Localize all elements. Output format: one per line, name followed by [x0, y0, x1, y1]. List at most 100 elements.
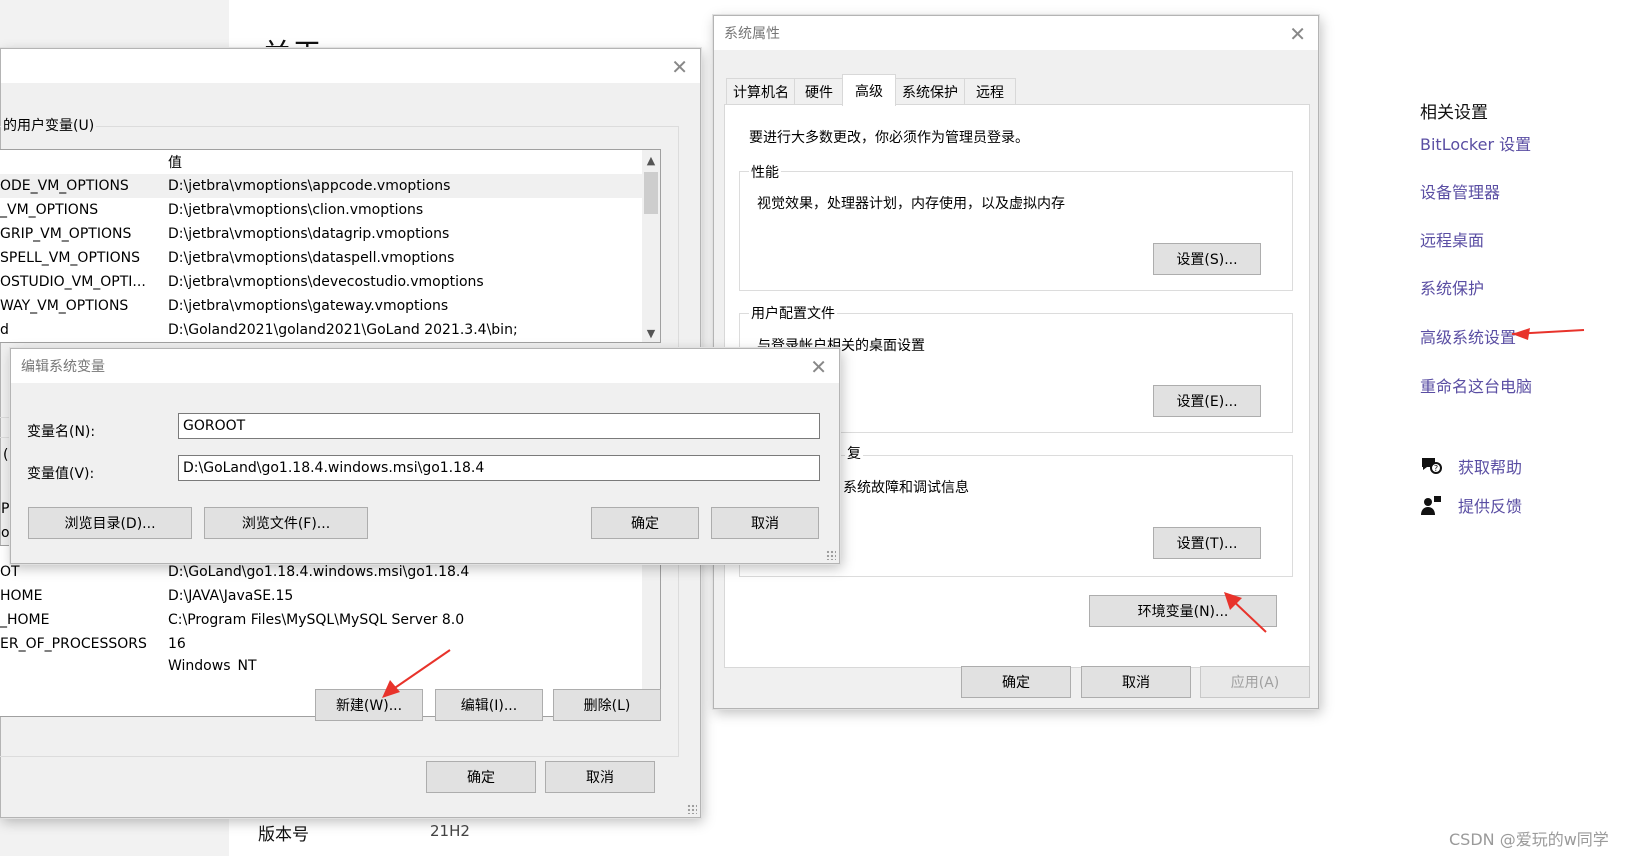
- edit-title: 编辑系统变量: [21, 359, 105, 375]
- get-help-label: 获取帮助: [1458, 458, 1523, 477]
- table-row[interactable]: _VM_OPTIONS D:\jetbra\vmoptions\clion.vm…: [0, 198, 642, 222]
- row-name: ER_OF_PROCESSORS: [0, 636, 147, 652]
- browse-file-button[interactable]: 浏览文件(F)...: [204, 507, 368, 539]
- help-chat-icon: ?: [1420, 455, 1442, 477]
- startup-desc: 系统故障和调试信息: [843, 480, 969, 496]
- annotation-arrow-advanced: [1511, 328, 1585, 340]
- edit-ok-button[interactable]: 确定: [591, 507, 699, 539]
- env-close-icon[interactable]: ✕: [671, 55, 688, 79]
- resize-grip[interactable]: [687, 804, 697, 814]
- table-row[interactable]: GRIP_VM_OPTIONS D:\jetbra\vmoptions\data…: [0, 222, 642, 246]
- edit-close-icon[interactable]: ✕: [810, 355, 827, 379]
- tab-hardware[interactable]: 硬件: [794, 78, 844, 105]
- user-vars-table[interactable]: 值 ODE_VM_OPTIONS D:\jetbra\vmoptions\app…: [0, 149, 661, 343]
- table-row[interactable]: SPELL_VM_OPTIONS D:\jetbra\vmoptions\dat…: [0, 246, 642, 270]
- annotation-arrow-new: [382, 649, 451, 698]
- row-value: D:\JAVA\JavaSE.15: [168, 588, 294, 604]
- scroll-thumb[interactable]: [644, 172, 658, 214]
- row-name: SPELL_VM_OPTIONS: [0, 250, 140, 266]
- row-name: _HOME: [0, 612, 50, 628]
- tab-system-protection[interactable]: 系统保护: [894, 78, 966, 105]
- table-row[interactable]: ODE_VM_OPTIONS D:\jetbra\vmoptions\appco…: [0, 174, 642, 198]
- row-name: OSTUDIO_VM_OPTI...: [0, 274, 146, 290]
- user-vars-scrollbar[interactable]: ▲ ▼: [642, 150, 660, 342]
- row-value: Windows_NT: [168, 658, 257, 670]
- sys-apply-button: 应用(A): [1200, 666, 1310, 698]
- sys-title-bar: 系统属性: [714, 16, 1318, 50]
- var-value-input[interactable]: D:\GoLand\go1.18.4.windows.msi\go1.18.4: [178, 455, 820, 481]
- row-value: D:\jetbra\vmoptions\appcode.vmoptions: [168, 178, 451, 194]
- row-value: D:\jetbra\vmoptions\dataspell.vmoptions: [168, 250, 455, 266]
- profile-settings-button[interactable]: 设置(E)...: [1153, 385, 1261, 417]
- var-value-label: 变量值(V):: [27, 466, 95, 482]
- link-rename-pc[interactable]: 重命名这台电脑: [1420, 373, 1532, 397]
- tab-computer-name[interactable]: 计算机名: [726, 78, 796, 105]
- user-vars-label: 的用户变量(U): [1, 115, 97, 135]
- row-value: D:\GoLand\go1.18.4.windows.msi\go1.18.4: [168, 564, 470, 580]
- performance-desc: 视觉效果，处理器计划，内存使用，以及虚拟内存: [757, 196, 1065, 212]
- table-row[interactable]: d D:\Goland2021\goland2021\GoLand 2021.3…: [0, 318, 642, 342]
- sys-title: 系统属性: [724, 26, 780, 42]
- row-name: GRIP_VM_OPTIONS: [0, 226, 132, 242]
- row-value: C:\Program Files\MySQL\MySQL Server 8.0: [168, 612, 465, 628]
- svg-text:?: ?: [1434, 464, 1438, 473]
- profile-label: 用户配置文件: [749, 303, 837, 323]
- row-value: 16: [168, 636, 186, 652]
- startup-settings-button[interactable]: 设置(T)...: [1153, 527, 1261, 559]
- col-value-header: 值: [168, 155, 182, 171]
- edit-system-variable-dialog: 编辑系统变量 ✕ 变量名(N): GOROOT 变量值(V): D:\GoLan…: [10, 348, 840, 564]
- feedback-person-icon: [1420, 494, 1442, 516]
- edit-resize-grip[interactable]: [826, 550, 836, 560]
- startup-label: 复: [845, 443, 863, 463]
- scroll-up-icon[interactable]: ▲: [642, 154, 660, 167]
- admin-note: 要进行大多数更改，你必须作为管理员登录。: [749, 130, 1029, 146]
- feedback-label: 提供反馈: [1458, 497, 1523, 516]
- table-header: 值: [0, 150, 642, 174]
- row-name: ODE_VM_OPTIONS: [0, 178, 129, 194]
- table-row[interactable]: WAY_VM_OPTIONS D:\jetbra\vmoptions\gatew…: [0, 294, 642, 318]
- table-row[interactable]: HOME D:\JAVA\JavaSE.15: [0, 584, 642, 608]
- performance-settings-button[interactable]: 设置(S)...: [1153, 243, 1261, 275]
- env-title-bar: [1, 49, 700, 83]
- version-label: 版本号: [258, 825, 309, 845]
- link-advanced-system-settings[interactable]: 高级系统设置: [1420, 324, 1516, 348]
- link-remote-desktop[interactable]: 远程桌面: [1420, 227, 1484, 251]
- link-bitlocker[interactable]: BitLocker 设置: [1420, 131, 1531, 155]
- delete-button[interactable]: 删除(L): [553, 689, 661, 721]
- performance-label: 性能: [749, 162, 781, 182]
- var-name-input[interactable]: GOROOT: [178, 413, 820, 439]
- link-system-protection[interactable]: 系统保护: [1420, 275, 1484, 299]
- row-value: D:\jetbra\vmoptions\devecostudio.vmoptio…: [168, 274, 484, 290]
- tab-advanced[interactable]: 高级: [842, 74, 896, 106]
- sys-cancel-button[interactable]: 取消: [1081, 666, 1191, 698]
- row-value: D:\jetbra\vmoptions\datagrip.vmoptions: [168, 226, 450, 242]
- get-help-row[interactable]: ? 获取帮助: [1420, 454, 1522, 478]
- link-device-manager[interactable]: 设备管理器: [1420, 179, 1500, 203]
- sys-ok-button[interactable]: 确定: [961, 666, 1071, 698]
- env-ok-button[interactable]: 确定: [426, 761, 536, 793]
- table-row[interactable]: ER_OF_PROCESSORS 16: [0, 632, 642, 656]
- watermark: CSDN @爱玩的w同学: [1449, 830, 1609, 849]
- row-value: D:\Goland2021\goland2021\GoLand 2021.3.4…: [168, 322, 518, 338]
- row-name: OT: [0, 564, 20, 580]
- feedback-row[interactable]: 提供反馈: [1420, 493, 1522, 517]
- row-value: D:\jetbra\vmoptions\gateway.vmoptions: [168, 298, 449, 314]
- row-name: WAY_VM_OPTIONS: [0, 298, 129, 314]
- browse-directory-button[interactable]: 浏览目录(D)...: [28, 507, 192, 539]
- row-value: D:\jetbra\vmoptions\clion.vmoptions: [168, 202, 424, 218]
- env-cancel-button[interactable]: 取消: [545, 761, 655, 793]
- table-row[interactable]: _HOME C:\Program Files\MySQL\MySQL Serve…: [0, 608, 642, 632]
- sys-name-fragment: P: [1, 501, 10, 517]
- row-name: _VM_OPTIONS: [0, 202, 99, 218]
- table-row[interactable]: Windows_NT: [0, 656, 642, 670]
- scroll-down-icon[interactable]: ▼: [642, 327, 660, 340]
- var-name-label: 变量名(N):: [27, 424, 96, 440]
- tab-remote[interactable]: 远程: [964, 78, 1016, 105]
- row-name: HOME: [0, 588, 43, 604]
- edit-cancel-button[interactable]: 取消: [711, 507, 819, 539]
- related-settings-title: 相关设置: [1420, 103, 1488, 123]
- annotation-arrow-env: [1224, 592, 1267, 633]
- sys-close-icon[interactable]: ✕: [1289, 22, 1306, 46]
- edit-title-bar: 编辑系统变量: [11, 349, 839, 383]
- table-row[interactable]: OSTUDIO_VM_OPTI... D:\jetbra\vmoptions\d…: [0, 270, 642, 294]
